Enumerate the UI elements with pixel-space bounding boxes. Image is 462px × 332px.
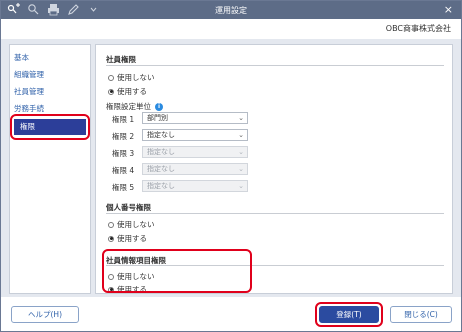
divider bbox=[106, 213, 444, 214]
permission-unit-label: 権限設定単位 i bbox=[106, 101, 163, 112]
permission-1-select[interactable]: 部門別 ⌄ bbox=[142, 112, 248, 124]
employee-perm-on-radio[interactable]: 使用する bbox=[108, 86, 147, 97]
divider bbox=[106, 65, 444, 66]
permission-2-select[interactable]: 指定なし ⌄ bbox=[142, 129, 248, 141]
radio-circle bbox=[108, 88, 114, 95]
radio-circle bbox=[108, 74, 114, 81]
permission-3-select: 指定なし ⌄ bbox=[142, 146, 248, 158]
permission-4-select: 指定なし ⌄ bbox=[142, 163, 248, 175]
section-title-employee-perm: 社員権限 bbox=[106, 55, 136, 64]
close-icon[interactable]: × bbox=[444, 3, 453, 16]
select-value: 指定なし bbox=[147, 148, 175, 156]
chevron-down-icon: ⌄ bbox=[238, 165, 244, 173]
permission-5-label: 権限 5 bbox=[112, 183, 135, 192]
radio-dot bbox=[109, 90, 113, 93]
company-name: OBC商事株式会社 bbox=[385, 24, 451, 33]
radio-label: 使用しない bbox=[117, 73, 155, 82]
help-button[interactable]: ヘルプ(H) bbox=[11, 306, 79, 323]
window-title: 運用設定 bbox=[215, 6, 247, 15]
mynumber-perm-on-radio[interactable]: 使用する bbox=[108, 233, 147, 244]
sidebar: 基本 組織管理 社員管理 労務手続 権限 bbox=[9, 44, 91, 294]
close-button[interactable]: 閉じる(C) bbox=[390, 306, 452, 323]
radio-label: 使用しない bbox=[117, 220, 155, 229]
highlight-info-item-perm bbox=[102, 249, 252, 293]
chevron-down-icon: ⌄ bbox=[238, 148, 244, 156]
sidebar-item-basic[interactable]: 基本 bbox=[14, 51, 29, 65]
mynumber-perm-off-radio[interactable]: 使用しない bbox=[108, 219, 155, 230]
permission-unit-text: 権限設定単位 bbox=[106, 102, 151, 111]
radio-dot bbox=[109, 237, 113, 240]
permission-1-label: 権限 1 bbox=[112, 115, 135, 124]
chevron-down-icon: ⌄ bbox=[238, 114, 244, 122]
select-value: 指定なし bbox=[147, 182, 175, 190]
chevron-down-icon: ⌄ bbox=[238, 131, 244, 139]
settings-window: 運用設定 × OBC商事株式会社 基本 組織管理 社員管理 労務手続 権限 社員… bbox=[0, 0, 462, 332]
radio-label: 使用する bbox=[117, 234, 147, 243]
section-title-mynumber-perm: 個人番号権限 bbox=[106, 203, 151, 212]
title-bar: 運用設定 × bbox=[1, 1, 461, 19]
chevron-down-icon: ⌄ bbox=[238, 182, 244, 190]
main-panel: 社員権限 使用しない 使用する 権限設定単位 i 権限 1 部門別 ⌄ 権限 2 … bbox=[95, 44, 453, 294]
radio-label: 使用する bbox=[117, 87, 147, 96]
sidebar-item-employee[interactable]: 社員管理 bbox=[14, 85, 44, 99]
sidebar-item-org[interactable]: 組織管理 bbox=[14, 68, 44, 82]
permission-3-label: 権限 3 bbox=[112, 149, 135, 158]
employee-perm-off-radio[interactable]: 使用しない bbox=[108, 72, 155, 83]
highlight-register bbox=[315, 302, 383, 327]
footer: ヘルプ(H) 登録(T) 閉じる(C) bbox=[1, 297, 461, 331]
permission-4-label: 権限 4 bbox=[112, 166, 135, 175]
radio-circle bbox=[108, 221, 114, 228]
info-icon[interactable]: i bbox=[155, 102, 163, 111]
highlight-sidebar bbox=[10, 114, 90, 140]
select-value: 指定なし bbox=[147, 131, 175, 139]
select-value: 指定なし bbox=[147, 165, 175, 173]
permission-5-select: 指定なし ⌄ bbox=[142, 180, 248, 192]
permission-2-label: 権限 2 bbox=[112, 132, 135, 141]
select-value: 部門別 bbox=[147, 114, 168, 122]
radio-circle bbox=[108, 235, 114, 242]
